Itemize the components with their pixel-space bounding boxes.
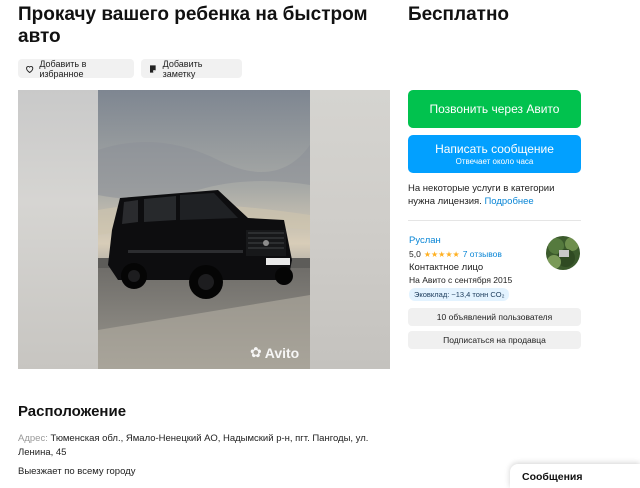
seller-since: На Авито с сентября 2015 bbox=[409, 275, 513, 285]
seller-name-link[interactable]: Руслан bbox=[409, 235, 441, 246]
photo-gallery[interactable]: ✿ Avito bbox=[18, 90, 390, 369]
eco-badge[interactable]: Эковклад: ~13,4 тонн CO₂ bbox=[409, 288, 510, 301]
add-favorite-label: Добавить в избранное bbox=[39, 58, 87, 79]
note-icon bbox=[150, 64, 156, 73]
add-favorite-button[interactable]: Добавить в избранное bbox=[18, 58, 134, 79]
subscribe-button[interactable]: Подписаться на продавца bbox=[408, 331, 581, 349]
heart-icon bbox=[26, 65, 34, 73]
rating-value: 5,0 bbox=[409, 249, 421, 259]
response-time: Отвечает около часа bbox=[455, 156, 534, 166]
avito-watermark: ✿ Avito bbox=[250, 344, 299, 361]
address-label: Адрес: bbox=[18, 433, 48, 444]
rating-stars-icon: ★★★★★ bbox=[423, 249, 460, 259]
travel-note: Выезжает по всему городу bbox=[18, 466, 136, 477]
message-button-label: Написать сообщение bbox=[435, 141, 554, 156]
listing-photo[interactable] bbox=[98, 90, 310, 369]
address-text: Тюменская обл., Ямало-Ненецкий АО, Надым… bbox=[18, 433, 369, 458]
add-note-button[interactable]: Добавить заметку bbox=[141, 58, 242, 79]
location-heading: Расположение bbox=[18, 403, 127, 420]
avito-logo-icon: ✿ bbox=[250, 344, 262, 360]
license-notice: На некоторые услуги в категории нужна ли… bbox=[408, 182, 583, 208]
license-more-link[interactable]: Подробнее bbox=[484, 196, 533, 207]
divider bbox=[408, 220, 581, 221]
listing-price: Бесплатно bbox=[408, 4, 510, 25]
messages-tab[interactable]: Сообщения bbox=[510, 464, 640, 488]
watermark-text: Avito bbox=[264, 344, 300, 361]
add-note-label: Добавить заметку bbox=[162, 58, 203, 79]
seller-rating: 5,0 ★★★★★ 7 отзывов bbox=[409, 249, 502, 259]
message-button[interactable]: Написать сообщение Отвечает около часа bbox=[408, 135, 581, 173]
reviews-link[interactable]: 7 отзывов bbox=[463, 249, 502, 259]
address: Адрес: Тюменская обл., Ямало-Ненецкий АО… bbox=[18, 432, 380, 460]
seller-ads-button[interactable]: 10 объявлений пользователя bbox=[408, 308, 581, 326]
seller-avatar[interactable] bbox=[546, 236, 580, 270]
gallery-blur-right bbox=[310, 90, 390, 369]
listing-title: Прокачу вашего ребенка на быстром авто bbox=[18, 4, 368, 47]
seller-type: Контактное лицо bbox=[409, 262, 484, 273]
call-button[interactable]: Позвонить через Авито bbox=[408, 90, 581, 128]
gallery-blur-left bbox=[18, 90, 98, 369]
